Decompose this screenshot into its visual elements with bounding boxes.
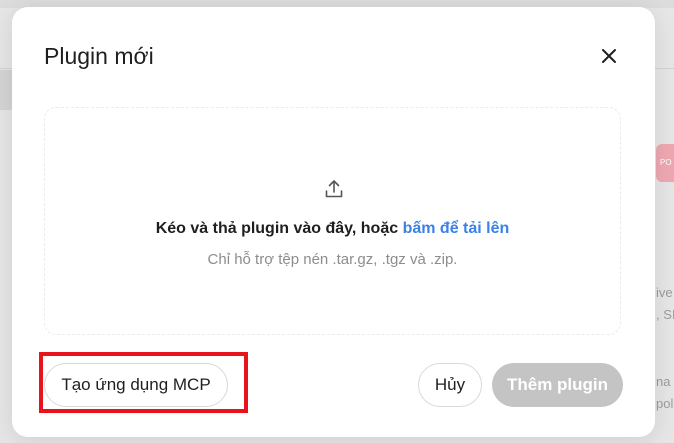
dialog-title: Plugin mới xyxy=(44,43,154,69)
close-icon xyxy=(602,49,616,63)
background-text: ive xyxy=(656,285,673,300)
new-plugin-dialog: Plugin mới Kéo và thả plugin vào đây, ho… xyxy=(12,7,655,437)
background-avatar: PO xyxy=(656,144,674,182)
cancel-button[interactable]: Hủy xyxy=(418,363,482,407)
close-button[interactable] xyxy=(596,43,622,69)
create-mcp-app-button[interactable]: Tạo ứng dụng MCP xyxy=(44,363,228,407)
dropzone-instruction-text: Kéo và thả plugin vào đây, hoặc xyxy=(155,220,403,237)
background-text: pol xyxy=(656,396,674,411)
dropzone-instruction: Kéo và thả plugin vào đây, hoặc bấm để t… xyxy=(45,220,620,238)
click-to-upload-link[interactable]: bấm để tải lên xyxy=(403,220,510,237)
upload-icon xyxy=(325,180,343,198)
background-text: na xyxy=(656,374,671,389)
background-sidebar-strip xyxy=(0,70,12,110)
plugin-dropzone[interactable]: Kéo và thả plugin vào đây, hoặc bấm để t… xyxy=(44,107,621,335)
add-plugin-button[interactable]: Thêm plugin xyxy=(492,363,623,407)
supported-formats-hint: Chỉ hỗ trợ tệp nén .tar.gz, .tgz và .zip… xyxy=(207,251,458,268)
background-text: , SI xyxy=(656,307,674,322)
